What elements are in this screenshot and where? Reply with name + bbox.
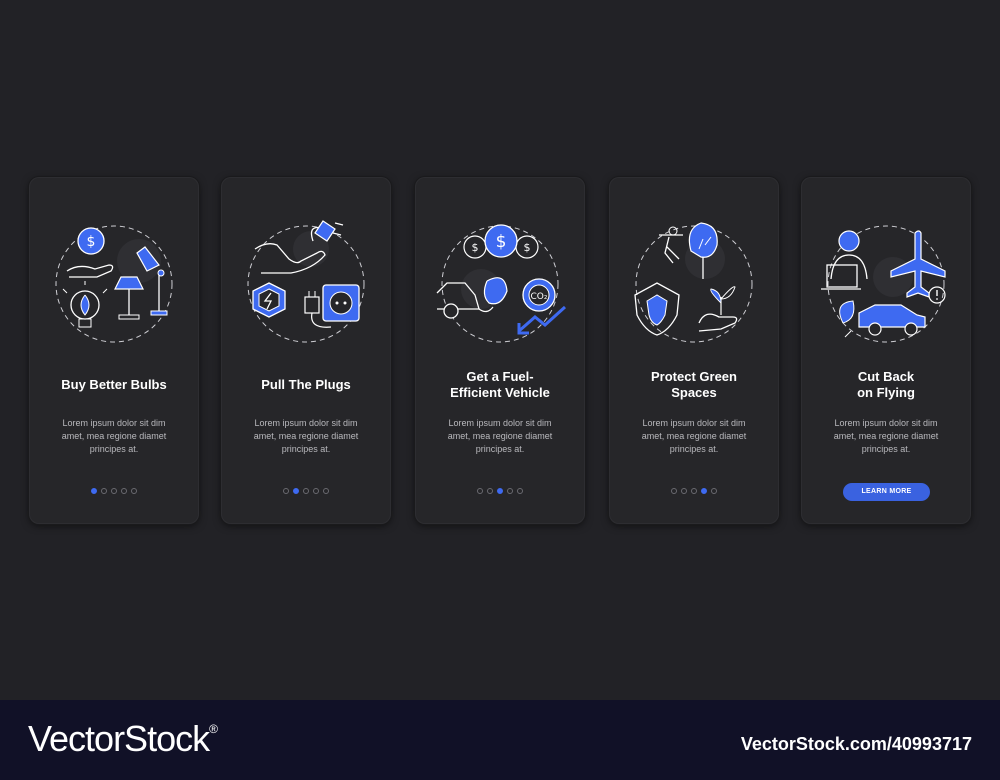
onboarding-card-2: Pull The Plugs Lorem ipsum dolor sit dim… [221,177,391,524]
card-body-line-2: amet, mea regione diamet [833,431,939,441]
card-body-line-3: principes at. [281,444,331,454]
page-dot-1[interactable] [671,488,677,494]
page-dot-2[interactable] [487,488,493,494]
card-title-line-1: Cut Back [857,369,915,384]
registered-mark: ® [209,722,218,736]
card-title: Get a Fuel- Efficient Vehicle [415,369,585,401]
learn-more-button[interactable]: LEARN MORE [843,483,930,501]
card-title: Pull The Plugs [221,377,391,393]
card-body-line-2: amet, mea regione diamet [641,431,747,441]
pagination-dots [415,488,585,494]
page-dot-3[interactable] [691,488,697,494]
bulb-illustration-icon: $ [49,219,179,349]
card-title-line-1: Protect Green [651,369,737,384]
card-body: Lorem ipsum dolor sit dim amet, mea regi… [221,417,391,456]
pagination-dots [609,488,779,494]
svg-text:CO₂: CO₂ [531,292,548,302]
card-title: Buy Better Bulbs [29,377,199,393]
onboarding-card-1: $ Buy Better Bulbs Lorem ipsum dolor sit… [29,177,199,524]
card-title: Cut Back on Flying [801,369,971,401]
brand-name: VectorStock [28,718,210,759]
card-body-line-1: Lorem ipsum dolor sit dim [834,418,938,428]
pagination-dots [29,488,199,494]
card-title-line-1: Pull The Plugs [261,377,351,392]
card-title-line-2: Spaces [671,385,717,400]
svg-text:$: $ [472,241,479,254]
page-dot-2[interactable] [681,488,687,494]
page-dot-1[interactable] [91,488,97,494]
card-title-line-1: Buy Better Bulbs [61,377,167,392]
page-dot-5[interactable] [323,488,329,494]
onboarding-card-4: Protect Green Spaces Lorem ipsum dolor s… [609,177,779,524]
card-body-line-1: Lorem ipsum dolor sit dim [642,418,746,428]
svg-text:$: $ [496,232,507,252]
vehicle-co2-illustration-icon: $ $ $ CO₂ [435,219,567,349]
page-dot-3[interactable] [111,488,117,494]
flight-illustration-icon [821,219,951,349]
card-body: Lorem ipsum dolor sit dim amet, mea regi… [29,417,199,456]
card-title-line-1: Get a Fuel- [466,369,534,384]
onboarding-card-3: $ $ $ CO₂ Get a Fuel- Efficient Vehicle … [415,177,585,524]
page-dot-2[interactable] [101,488,107,494]
page-dot-2[interactable] [293,488,299,494]
svg-text:$: $ [524,241,531,254]
plug-illustration-icon [241,219,371,349]
card-title: Protect Green Spaces [609,369,779,401]
green-space-illustration-icon [629,219,759,349]
page-dot-5[interactable] [517,488,523,494]
card-body-line-3: principes at. [475,444,525,454]
svg-text:$: $ [87,234,96,250]
page-dot-4[interactable] [121,488,127,494]
pagination-dots [221,488,391,494]
card-body: Lorem ipsum dolor sit dim amet, mea regi… [609,417,779,456]
card-body-line-1: Lorem ipsum dolor sit dim [448,418,552,428]
stage: $ Buy Better Bulbs Lorem ipsum dolor sit… [0,0,1000,700]
card-body-line-3: principes at. [861,444,911,454]
page-dot-3[interactable] [497,488,503,494]
page-dot-3[interactable] [303,488,309,494]
card-body-line-3: principes at. [89,444,139,454]
brand-logo: VectorStock® [28,718,218,760]
card-body-line-2: amet, mea regione diamet [447,431,553,441]
page-dot-5[interactable] [711,488,717,494]
card-title-line-2: Efficient Vehicle [450,385,550,400]
card-body-line-2: amet, mea regione diamet [61,431,167,441]
card-body-line-2: amet, mea regione diamet [253,431,359,441]
page-dot-5[interactable] [131,488,137,494]
card-body-line-1: Lorem ipsum dolor sit dim [62,418,166,428]
page-dot-4[interactable] [313,488,319,494]
card-body-line-1: Lorem ipsum dolor sit dim [254,418,358,428]
card-body: Lorem ipsum dolor sit dim amet, mea regi… [415,417,585,456]
page-dot-1[interactable] [477,488,483,494]
page-dot-1[interactable] [283,488,289,494]
card-body: Lorem ipsum dolor sit dim amet, mea regi… [801,417,971,456]
onboarding-card-5: Cut Back on Flying Lorem ipsum dolor sit… [801,177,971,524]
card-body-line-3: principes at. [669,444,719,454]
page-dot-4[interactable] [701,488,707,494]
page-dot-4[interactable] [507,488,513,494]
image-id: VectorStock.com/40993717 [740,734,972,754]
card-title-line-2: on Flying [857,385,915,400]
